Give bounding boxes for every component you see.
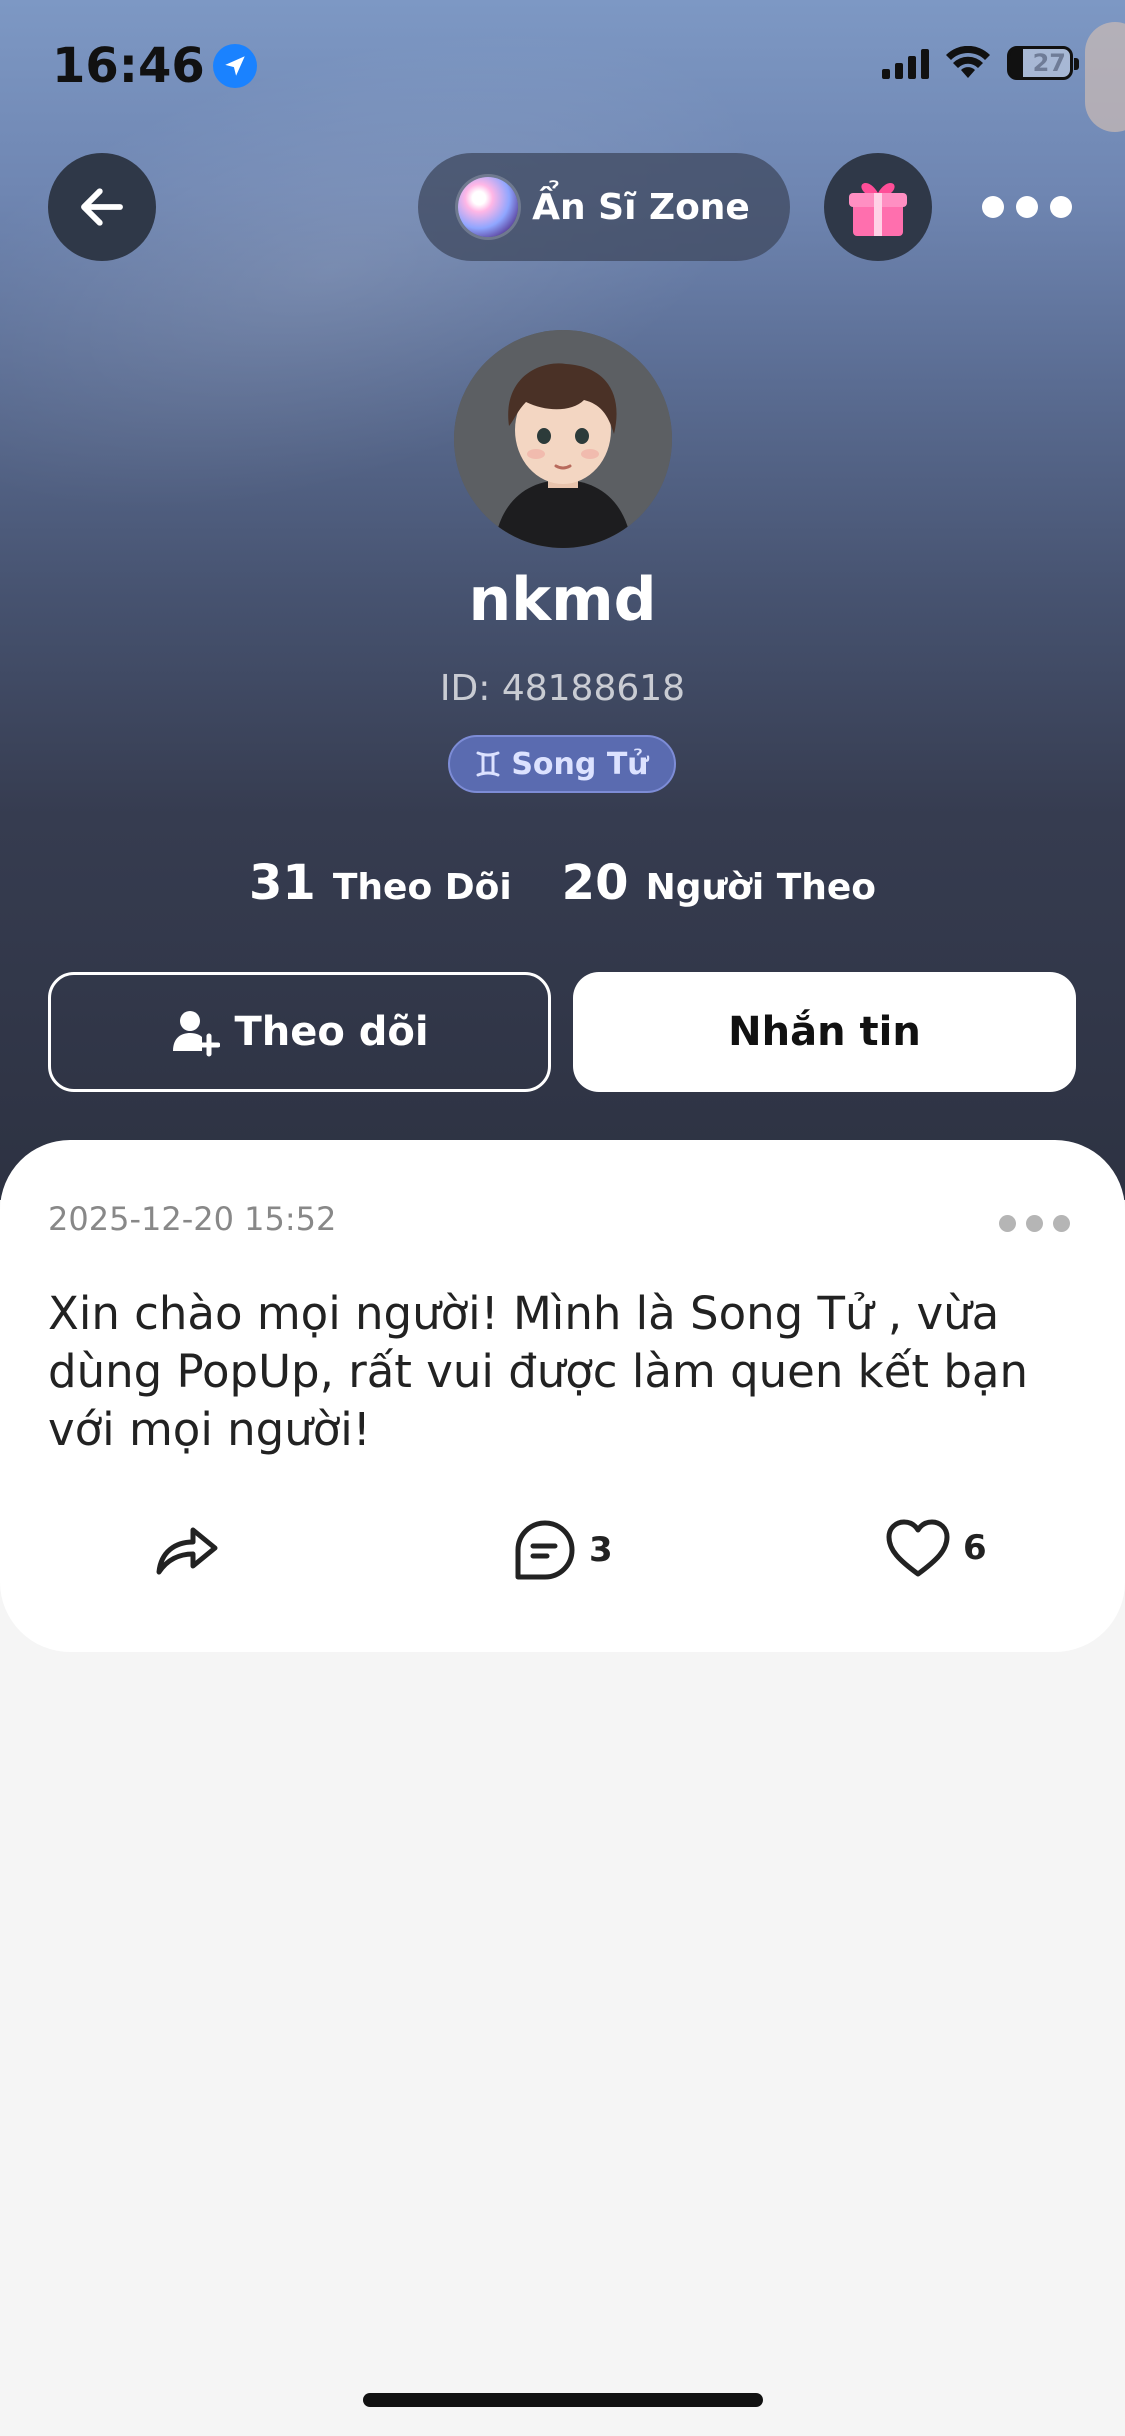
status-icons: 27 [882, 46, 1079, 80]
arrow-left-icon [81, 188, 123, 226]
wifi-icon [946, 46, 990, 78]
planet-icon [458, 177, 519, 237]
back-button[interactable] [48, 153, 156, 261]
background-decoration [1085, 22, 1125, 132]
gift-button[interactable] [824, 153, 932, 261]
battery-icon: 27 [1007, 46, 1079, 80]
post-text: Xin chào mọi người! Mình là Song Tử , vừ… [48, 1287, 1029, 1456]
cellular-signal-icon [882, 47, 929, 79]
zone-label: Ẩn Sĩ Zone [532, 186, 750, 228]
status-time-text: 16:46 [52, 38, 205, 94]
following-stat[interactable]: 31 Theo Dõi [249, 855, 512, 911]
more-dot-icon [1026, 1215, 1043, 1232]
more-dot-icon [1016, 196, 1038, 218]
like-count: 6 [963, 1528, 987, 1568]
post-card: 2025-12-20 15:52 Xin chào mọi người! Mìn… [0, 1140, 1125, 1652]
more-options-button[interactable] [982, 185, 1092, 229]
location-arrow-icon [212, 44, 257, 88]
zodiac-badge: Song Tử [448, 735, 676, 793]
more-dot-icon [1050, 196, 1072, 218]
more-dot-icon [982, 196, 1004, 218]
followers-count: 20 [561, 855, 629, 911]
avatar-illustration [454, 330, 672, 548]
heart-icon [886, 1519, 950, 1577]
more-dot-icon [999, 1215, 1016, 1232]
more-dot-icon [1053, 1215, 1070, 1232]
avatar[interactable] [454, 330, 672, 548]
zone-button[interactable]: Ẩn Sĩ Zone [418, 153, 790, 261]
gemini-icon [476, 751, 500, 777]
following-count: 31 [248, 855, 316, 911]
follow-stats: 31 Theo Dõi 20 Người Theo [0, 855, 1125, 911]
comment-icon [515, 1520, 575, 1580]
share-button[interactable] [153, 1518, 221, 1578]
post-more-button[interactable] [999, 1215, 1070, 1232]
followers-label: Người Theo [645, 867, 877, 908]
user-id: ID: 48188618 [439, 668, 686, 709]
like-button[interactable]: 6 [885, 1518, 987, 1578]
username: nkmd [468, 565, 657, 635]
following-label: Theo Dõi [332, 867, 512, 908]
status-time: 16:46 [52, 38, 257, 94]
zodiac-label: Song Tử [511, 746, 649, 782]
follow-button-label: Theo dõi [234, 1009, 429, 1055]
share-icon [156, 1527, 218, 1575]
message-button-label: Nhắn tin [728, 1009, 921, 1055]
home-indicator[interactable] [363, 2393, 763, 2407]
followers-stat[interactable]: 20 Người Theo [562, 855, 876, 911]
gift-icon [849, 183, 907, 236]
comment-button[interactable]: 3 [513, 1518, 613, 1582]
add-user-icon [173, 1011, 221, 1057]
message-button[interactable]: Nhắn tin [573, 972, 1076, 1092]
post-timestamp: 2025-12-20 15:52 [48, 1200, 337, 1238]
follow-button[interactable]: Theo dõi [48, 972, 551, 1092]
battery-level: 27 [1032, 49, 1066, 77]
comment-count: 3 [589, 1530, 613, 1570]
